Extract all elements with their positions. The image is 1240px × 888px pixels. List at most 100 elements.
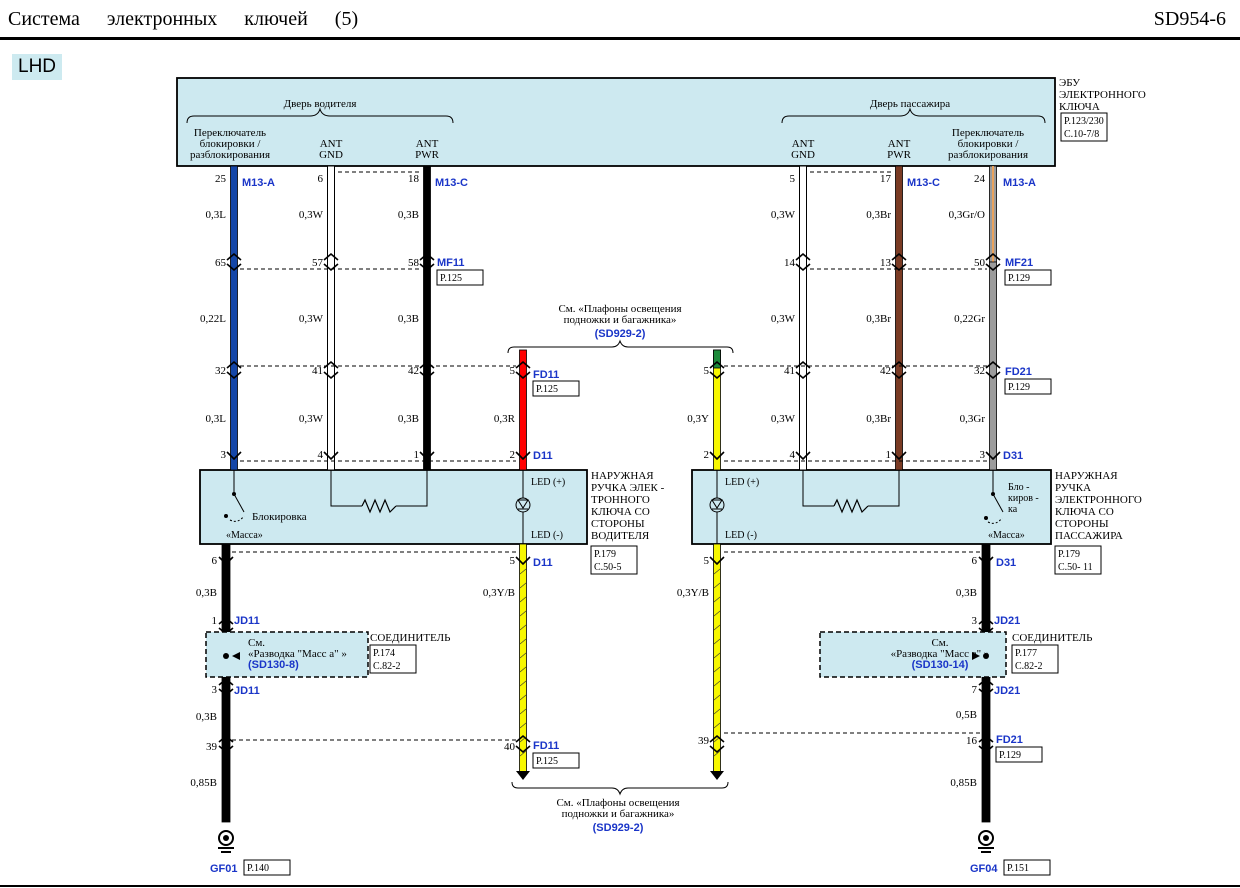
upper-wire-1-label-1: 0,22L [200, 313, 226, 325]
upper-wire-6-pin-0: 24 [974, 173, 986, 185]
br-pin-0: 6 [972, 555, 978, 567]
ecu-title-2: КЛЮЧА [1059, 101, 1100, 113]
driver-handle-title-2: ТРОННОГО [591, 494, 650, 506]
upper-wire-1-label-0: 0,3L [206, 209, 227, 221]
gf01-ground-dot [223, 835, 229, 841]
conn-mf11: MF11 [437, 257, 465, 269]
conn-jd11-bottom: JD11 [234, 685, 260, 697]
bly-pin-1: 40 [504, 741, 516, 753]
upper-wire-2 [327, 165, 335, 471]
ecu-pin-p-pwr-1: PWR [887, 149, 912, 161]
upper-wire-1-pin-1: 65 [215, 257, 227, 269]
upper-wire-5-pin-3: 1 [886, 449, 892, 461]
conn-jd11-top: JD11 [234, 615, 260, 627]
jd21-ref-text-0: P.177 [1015, 648, 1037, 659]
upper-wire-6-label-1: 0,22Gr [954, 313, 985, 325]
conn-gf04: GF04 [970, 863, 998, 875]
bl-pin-0: 6 [212, 555, 218, 567]
gf01-ref-text-0: P.140 [247, 863, 269, 874]
red-wire-label: 0,3R [494, 413, 516, 425]
br-label-0: 0,3B [956, 587, 977, 599]
conn-d11-lower: D11 [533, 557, 553, 569]
bry-pin-1: 39 [698, 735, 710, 747]
ecu-pin-d-gnd-1: GND [319, 149, 343, 161]
yellow-wire-label: 0,3Y [687, 413, 709, 425]
conn-fd21: FD21 [1005, 366, 1032, 378]
upper-wire-1 [230, 165, 238, 471]
conn-fd21-lower: FD21 [996, 734, 1023, 746]
pass-led-minus: LED (-) [725, 530, 757, 541]
jd21-note-link: (SD130-14) [912, 659, 969, 671]
upper-wire-2-label-0: 0,3W [299, 209, 324, 221]
bly-pin-0: 5 [510, 555, 516, 567]
red-pin-1: 2 [510, 449, 516, 461]
upper-wire-4-pin-1: 14 [784, 257, 796, 269]
upper-wire-3-label-1: 0,3B [398, 313, 419, 325]
pass-led-plus: LED (+) [725, 477, 759, 488]
wiring-diagram-page: Система электронных ключей (5) SD954-6 L… [0, 0, 1240, 888]
top-note-link: (SD929-2) [595, 328, 646, 340]
pass-lock-label-0: Бло - [1008, 482, 1029, 493]
upper-wire-4-label-0: 0,3W [771, 209, 796, 221]
d11-ref-text-0: P.179 [594, 549, 616, 560]
bly-label: 0,3Y/B [483, 587, 515, 599]
upper-wire-3-pin-3: 1 [414, 449, 420, 461]
mf11-ref-text-0: P.125 [440, 273, 462, 284]
bl-pin-3: 39 [206, 741, 218, 753]
pass-mass-label: «Масса» [988, 530, 1025, 541]
ly-arrow [516, 771, 530, 780]
conn-gf01: GF01 [210, 863, 238, 875]
conn-m13a-right: M13-A [1003, 177, 1036, 189]
upper-wire-6-pin-2: 32 [974, 365, 985, 377]
ecu-box [176, 77, 1056, 167]
conn-m13c-left: M13-C [435, 177, 468, 189]
driver-handle-title-1: РУЧКА ЭЛЕК - [591, 482, 665, 494]
upper-wire-5-pin-2: 42 [880, 365, 891, 377]
upper-wire-5-label-2: 0,3Br [866, 413, 891, 425]
pass-lock-label-2: ка [1008, 504, 1018, 515]
br-label-2: 0,85B [950, 777, 977, 789]
red-pin-0: 5 [510, 365, 516, 377]
d11-ref-text-1: C.50-5 [594, 562, 622, 573]
lower-left-black [221, 543, 231, 823]
br-pin-3: 16 [966, 735, 978, 747]
conn-d31: D31 [1003, 450, 1023, 462]
upper-wire-4 [799, 165, 807, 471]
jd11-node [223, 653, 229, 659]
upper-wire-4-pin-0: 5 [790, 173, 796, 185]
upper-wire-6-lower [989, 261, 997, 471]
ecu-title-1: ЭЛЕКТРОННОГО [1059, 89, 1146, 101]
bl-pin-2: 3 [212, 684, 218, 696]
driver-lock-label: Блокировка [252, 511, 307, 523]
jd11-ref-text-0: P.174 [373, 648, 395, 659]
yellow-pin-0: 5 [704, 365, 710, 377]
upper-wire-6-pin-3: 3 [980, 449, 986, 461]
upper-wire-1-label-2: 0,3L [206, 413, 227, 425]
upper-wire-3-pin-0: 18 [408, 173, 420, 185]
upper-wire-5 [895, 165, 903, 471]
conn-fd11-lower: FD11 [533, 740, 559, 752]
mf21-ref-text-0: P.129 [1008, 273, 1030, 284]
jd11-ref-text-1: C.82-2 [373, 661, 401, 672]
passenger-handle-title-0: НАРУЖНАЯ [1055, 470, 1118, 482]
bl-label-1: 0,3B [196, 711, 217, 723]
upper-wire-2-label-2: 0,3W [299, 413, 324, 425]
upper-wire-4-label-1: 0,3W [771, 313, 796, 325]
pass-lock-label-1: киров - [1008, 493, 1039, 504]
bl-label-2: 0,85B [190, 777, 217, 789]
driver-handle-title-0: НАРУЖНАЯ [591, 470, 654, 482]
bottom-note-1: подножки и багажника» [562, 808, 675, 820]
upper-wire-2-pin-2: 41 [312, 365, 323, 377]
conn-jd21-bottom: JD21 [994, 685, 1020, 697]
br-pin-1: 3 [972, 615, 978, 627]
jd21-joint-label: СОЕДИНИТЕЛЬ [1012, 632, 1092, 644]
yellow-pin-1: 2 [704, 449, 710, 461]
driver-led-plus: LED (+) [531, 477, 565, 488]
passenger-handle-title-2: ЭЛЕКТРОННОГО [1055, 494, 1142, 506]
upper-wire-3-pin-2: 42 [408, 365, 419, 377]
ecu-ref-text-0: P.123/230 [1064, 116, 1104, 127]
upper-wire-6-label-0: 0,3Gr/O [949, 209, 985, 221]
bottom-note-brace [511, 781, 729, 796]
upper-wire-5-pin-0: 17 [880, 173, 892, 185]
jd21-ref-text-1: C.82-2 [1015, 661, 1043, 672]
